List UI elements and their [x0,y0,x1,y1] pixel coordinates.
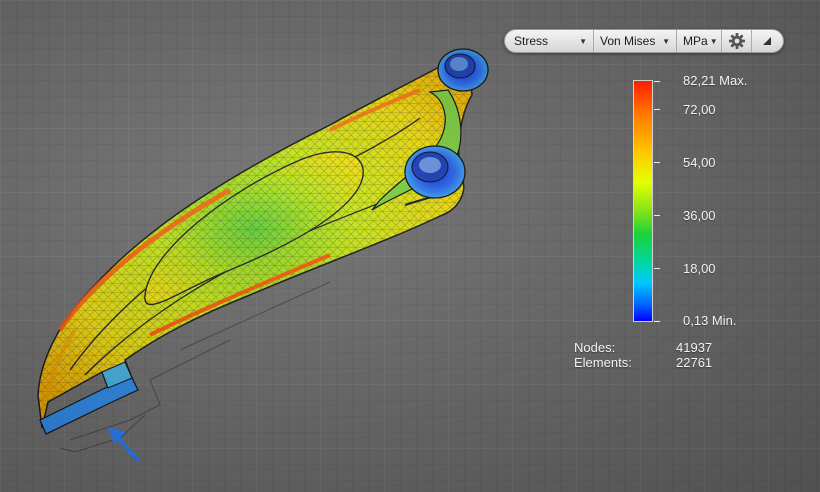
result-toolbar: Stress ▼ Von Mises ▼ MPa ▼ [504,29,784,53]
settings-button[interactable] [722,30,752,52]
gear-icon [728,33,745,49]
blue-arrow-icon [108,427,140,462]
legend-tick [654,321,660,322]
simulation-viewport[interactable]: Stress ▼ Von Mises ▼ MPa ▼ 82,21 Max. 72… [0,0,820,492]
result-type-label: Von Mises [600,34,656,48]
legend-tick-label: 54,00 [683,155,716,170]
collapse-button[interactable] [752,30,782,52]
elements-value: 22761 [676,355,713,370]
legend-tick [654,81,660,82]
legend-min-label: 0,13 Min. [683,313,737,328]
legend-tick-label: 36,00 [683,208,716,223]
unit-label: MPa [683,34,708,48]
stress-legend-colorbar [633,80,653,322]
unit-dropdown[interactable]: MPa ▼ [677,30,722,52]
chevron-down-icon: ▼ [579,36,587,46]
elements-label: Elements: [574,355,632,370]
legend-tick-label: 18,00 [683,261,716,276]
legend-tick-label: 72,00 [683,102,716,117]
legend-tick [654,162,660,163]
result-type-dropdown[interactable]: Von Mises ▼ [594,30,677,52]
lower-boss [404,145,466,199]
legend-tick [654,215,660,216]
nodes-value: 41937 [676,340,713,355]
nodes-label: Nodes: [574,340,616,355]
legend-max-label: 82,21 Max. [683,73,748,88]
legend-tick [654,109,660,110]
upper-boss [437,48,489,92]
chevron-down-icon: ▼ [662,36,670,46]
result-quantity-label: Stress [514,34,549,48]
legend-tick [654,268,660,269]
result-quantity-dropdown[interactable]: Stress ▼ [505,30,594,52]
corner-triangle-icon [763,37,771,45]
